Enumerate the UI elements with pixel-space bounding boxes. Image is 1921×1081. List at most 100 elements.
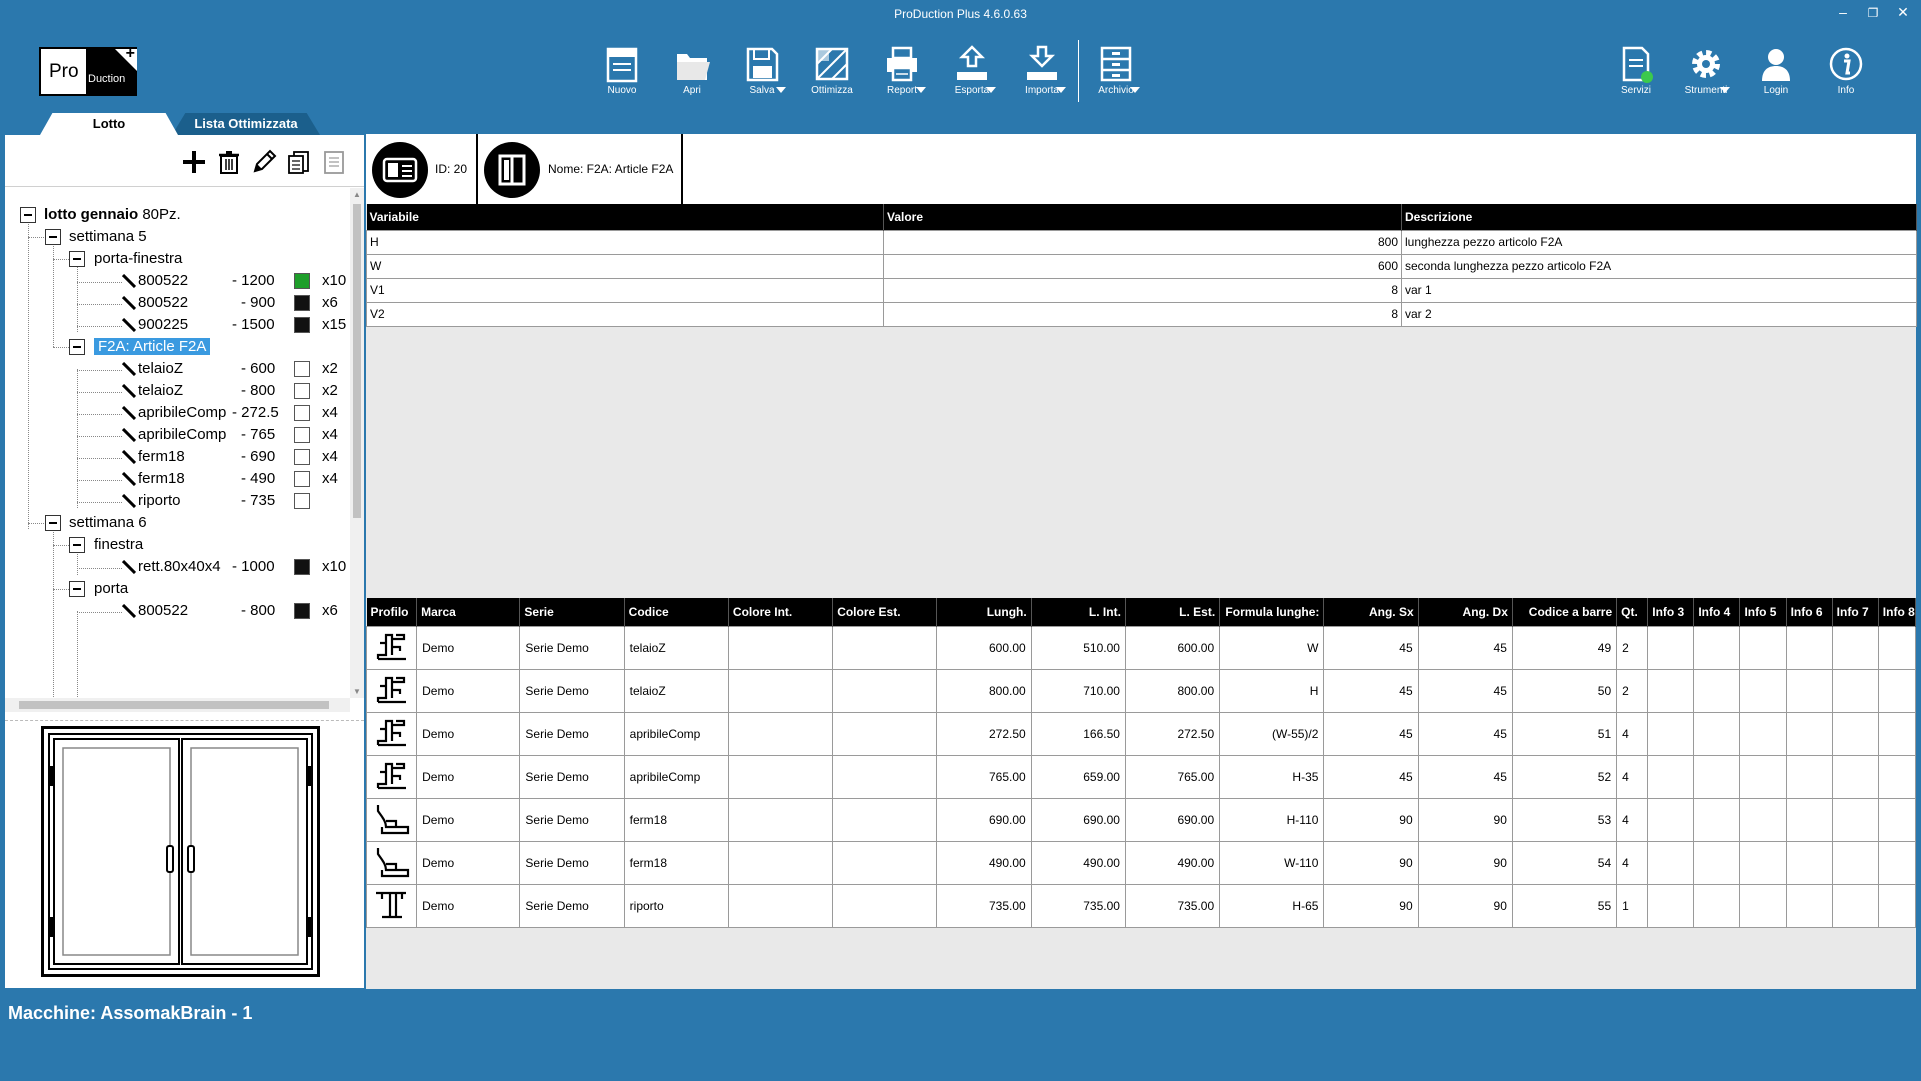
tree-expander-settimana-6[interactable] xyxy=(45,515,61,531)
codice-a-barre-cell[interactable]: 54 xyxy=(1511,840,1618,885)
lungh-cell[interactable]: 735.00 xyxy=(936,883,1032,928)
ang-dx-cell[interactable]: 90 xyxy=(1417,797,1513,842)
tree-part-row[interactable]: telaioZ - 800 x2 xyxy=(122,381,350,401)
lotto-tree[interactable]: lotto gennaio 80Pz. settimana 5 porta-fi… xyxy=(5,188,350,698)
codice-a-barre-cell[interactable]: 49 xyxy=(1511,625,1618,670)
lungh-cell[interactable]: 690.00 xyxy=(936,797,1032,842)
info-4-cell[interactable] xyxy=(1693,797,1741,842)
colore-int-cell[interactable] xyxy=(727,668,834,713)
serie-cell[interactable]: Serie Demo xyxy=(519,797,625,842)
colore-int-cell[interactable] xyxy=(727,840,834,885)
variable-name-cell[interactable]: W xyxy=(366,253,884,279)
scroll-up-arrow-icon[interactable]: ▲ xyxy=(353,190,361,199)
qt-cell[interactable]: 1 xyxy=(1616,883,1649,928)
serie-cell[interactable]: Serie Demo xyxy=(519,668,625,713)
info-8-cell[interactable] xyxy=(1877,625,1917,670)
col-header-l-est[interactable]: L. Est. xyxy=(1125,598,1221,626)
variable-row[interactable]: V1 8 var 1 xyxy=(366,277,1917,303)
importa-dropdown-caret[interactable] xyxy=(1056,87,1066,93)
l-est-cell[interactable]: 765.00 xyxy=(1124,754,1221,799)
colore-est-cell[interactable] xyxy=(832,883,938,928)
col-header-ang-sx[interactable]: Ang. Sx xyxy=(1323,598,1419,626)
ang-sx-cell[interactable]: 90 xyxy=(1323,797,1419,842)
colore-int-cell[interactable] xyxy=(727,797,834,842)
tree-horizontal-scrollbar[interactable] xyxy=(5,698,350,712)
info-6-cell[interactable] xyxy=(1785,625,1833,670)
col-header-codice[interactable]: Codice xyxy=(624,598,729,626)
info-8-cell[interactable] xyxy=(1877,883,1917,928)
close-button[interactable]: ✕ xyxy=(1888,4,1918,21)
variable-value-cell[interactable]: 8 xyxy=(883,277,1402,303)
info-6-cell[interactable] xyxy=(1785,668,1833,713)
variable-value-cell[interactable]: 600 xyxy=(883,253,1402,279)
info-7-cell[interactable] xyxy=(1831,668,1879,713)
col-header-codice-a-barre[interactable]: Codice a barre xyxy=(1512,598,1618,626)
info-7-cell[interactable] xyxy=(1831,797,1879,842)
part-row[interactable]: Demo Serie Demo ferm18 490.00 490.00 490.00 W-… xyxy=(365,840,1917,885)
info-5-cell[interactable] xyxy=(1739,754,1787,799)
colore-est-cell[interactable] xyxy=(832,711,938,756)
nuovo-button[interactable]: Nuovo xyxy=(592,44,652,100)
tree-node-porta[interactable]: porta xyxy=(94,579,128,599)
l-est-cell[interactable]: 600.00 xyxy=(1124,625,1221,670)
info-3-cell[interactable] xyxy=(1647,797,1695,842)
info-5-cell[interactable] xyxy=(1739,711,1787,756)
lungh-cell[interactable]: 490.00 xyxy=(936,840,1032,885)
col-header-descrizione[interactable]: Descrizione xyxy=(1401,204,1917,230)
serie-cell[interactable]: Serie Demo xyxy=(519,711,625,756)
tree-expander-f2a[interactable] xyxy=(69,339,85,355)
add-icon[interactable] xyxy=(181,149,207,175)
codice-cell[interactable]: apribileComp xyxy=(623,754,729,799)
codice-cell[interactable]: telaioZ xyxy=(623,625,729,670)
col-header-ang-dx[interactable]: Ang. Dx xyxy=(1418,598,1513,626)
colore-est-cell[interactable] xyxy=(832,754,938,799)
tree-part-row[interactable]: 800522 - 800 x6 xyxy=(122,601,350,621)
esporta-button[interactable]: Esporta xyxy=(942,44,1002,100)
lungh-cell[interactable]: 600.00 xyxy=(936,625,1032,670)
l-int-cell[interactable]: 710.00 xyxy=(1030,668,1126,713)
report-button[interactable]: Report xyxy=(872,44,932,100)
marca-cell[interactable]: Demo xyxy=(416,668,521,713)
col-header-info-3[interactable]: Info 3 xyxy=(1647,598,1695,626)
qt-cell[interactable]: 2 xyxy=(1616,625,1649,670)
tree-node-settimana-5[interactable]: settimana 5 xyxy=(69,227,147,247)
part-row[interactable]: Demo Serie Demo apribileComp 272.50 166.50 27… xyxy=(365,711,1917,756)
col-header-info-8[interactable]: Info 8 xyxy=(1878,598,1917,626)
variable-description-cell[interactable]: seconda lunghezza pezzo articolo F2A xyxy=(1401,253,1917,279)
col-header-l-int[interactable]: L. Int. xyxy=(1031,598,1126,626)
info-3-cell[interactable] xyxy=(1647,625,1695,670)
tree-part-row[interactable]: apribileComp - 765 x4 xyxy=(122,425,350,445)
paste-icon[interactable] xyxy=(321,149,347,175)
tree-part-row[interactable]: 800522 - 900 x6 xyxy=(122,293,350,313)
info-7-cell[interactable] xyxy=(1831,883,1879,928)
scroll-down-arrow-icon[interactable]: ▼ xyxy=(353,687,361,696)
ang-sx-cell[interactable]: 90 xyxy=(1323,840,1419,885)
info-7-cell[interactable] xyxy=(1831,625,1879,670)
info-3-cell[interactable] xyxy=(1647,668,1695,713)
ottimizza-button[interactable]: Ottimizza xyxy=(802,44,862,100)
info-6-cell[interactable] xyxy=(1785,883,1833,928)
tree-part-row[interactable]: riporto - 735 xyxy=(122,491,350,511)
ang-dx-cell[interactable]: 45 xyxy=(1417,668,1513,713)
tree-node-porta-finestra[interactable]: porta-finestra xyxy=(94,249,182,269)
tab-lista-ottimizzata[interactable]: Lista Ottimizzata xyxy=(172,113,320,135)
report-dropdown-caret[interactable] xyxy=(916,87,926,93)
tree-part-row[interactable]: ferm18 - 690 x4 xyxy=(122,447,350,467)
formula-cell[interactable]: H-65 xyxy=(1219,883,1325,928)
tree-vscroll-thumb[interactable] xyxy=(353,204,361,518)
variable-row[interactable]: H 800 lunghezza pezzo articolo F2A xyxy=(366,229,1917,255)
info-button[interactable]: Info xyxy=(1816,44,1876,100)
marca-cell[interactable]: Demo xyxy=(416,754,521,799)
l-est-cell[interactable]: 690.00 xyxy=(1124,797,1221,842)
l-est-cell[interactable]: 272.50 xyxy=(1124,711,1221,756)
tree-part-row[interactable]: apribileComp - 272.5 x4 xyxy=(122,403,350,423)
info-8-cell[interactable] xyxy=(1877,754,1917,799)
importa-button[interactable]: Importa xyxy=(1012,44,1072,100)
info-5-cell[interactable] xyxy=(1739,797,1787,842)
col-header-colore-int[interactable]: Colore Int. xyxy=(728,598,834,626)
l-int-cell[interactable]: 166.50 xyxy=(1030,711,1126,756)
colore-int-cell[interactable] xyxy=(727,625,834,670)
variable-row[interactable]: V2 8 var 2 xyxy=(366,301,1917,327)
ang-dx-cell[interactable]: 90 xyxy=(1417,883,1513,928)
variable-description-cell[interactable]: var 1 xyxy=(1401,277,1917,303)
